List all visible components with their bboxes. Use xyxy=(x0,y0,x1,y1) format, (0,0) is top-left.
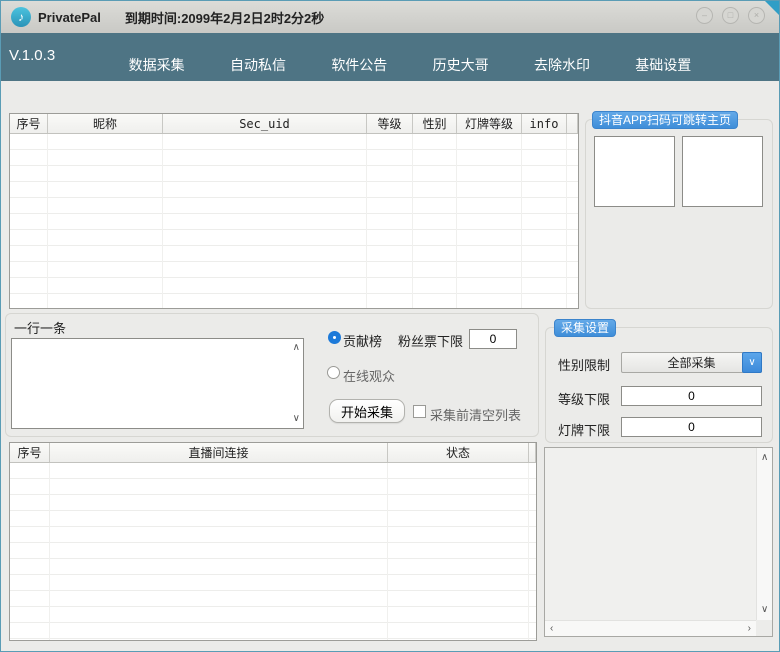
batch-input-label: 一行一条 xyxy=(14,318,66,337)
user-table: 序号 昵称 Sec_uid 等级 性别 灯牌等级 info xyxy=(9,113,579,309)
level-limit-input[interactable] xyxy=(621,386,762,406)
col-filler xyxy=(567,114,578,133)
fan-ticket-limit-label: 粉丝票下限 xyxy=(398,331,463,350)
user-table-body xyxy=(10,134,578,308)
gender-limit-label: 性别限制 xyxy=(558,355,610,374)
qr-panel-title: 抖音APP扫码可跳转主页 xyxy=(592,111,738,129)
badge-limit-input[interactable] xyxy=(621,417,762,437)
app-window: ♪ PrivatePal 到期时间:2099年2月2日2时2分2秒 – □ × … xyxy=(0,0,780,652)
radio-online-label[interactable]: 在线观众 xyxy=(343,366,395,385)
qr-code-box-1 xyxy=(594,136,675,207)
badge-limit-label: 灯牌下限 xyxy=(558,420,610,439)
col-sec-uid[interactable]: Sec_uid xyxy=(163,114,367,133)
scroll-right-icon[interactable]: › xyxy=(748,624,751,634)
tab-data-collect[interactable]: 数据采集 xyxy=(129,55,185,75)
clear-before-label[interactable]: 采集前清空列表 xyxy=(430,405,521,424)
gender-limit-select[interactable]: 全部采集 ∨ xyxy=(621,352,762,373)
col-info[interactable]: info xyxy=(522,114,567,133)
radio-online-audience[interactable] xyxy=(327,366,340,379)
horizontal-scrollbar[interactable]: ‹ › xyxy=(545,620,756,636)
room-table-header: 序号 直播间连接 状态 xyxy=(10,443,536,463)
col-room-filler xyxy=(529,443,536,462)
window-controls: – □ × xyxy=(696,7,765,24)
col-nickname[interactable]: 昵称 xyxy=(48,114,163,133)
radio-contribution-label[interactable]: 贡献榜 xyxy=(343,331,382,350)
scroll-up-icon[interactable]: ∧ xyxy=(293,343,300,353)
titlebar: ♪ PrivatePal 到期时间:2099年2月2日2时2分2秒 – □ × xyxy=(1,1,779,33)
col-index[interactable]: 序号 xyxy=(10,114,48,133)
col-room-link[interactable]: 直播间连接 xyxy=(50,443,388,462)
scroll-up-icon[interactable]: ∧ xyxy=(761,453,768,463)
col-room-status[interactable]: 状态 xyxy=(388,443,529,462)
version-label: V.1.0.3 xyxy=(9,47,55,64)
maximize-button[interactable]: □ xyxy=(722,7,739,24)
clear-before-checkbox[interactable] xyxy=(413,405,426,418)
radio-contribution-list[interactable] xyxy=(328,331,341,344)
navbar: V.1.0.3 数据采集 自动私信 软件公告 历史大哥 去除水印 基础设置 xyxy=(1,33,779,81)
level-limit-label: 等级下限 xyxy=(558,389,610,408)
scroll-down-icon[interactable]: ∨ xyxy=(293,414,300,424)
col-badge-level[interactable]: 灯牌等级 xyxy=(457,114,522,133)
chevron-down-icon[interactable]: ∨ xyxy=(742,352,762,373)
tab-history-bigbro[interactable]: 历史大哥 xyxy=(433,55,489,75)
room-table-body xyxy=(10,463,536,640)
col-level[interactable]: 等级 xyxy=(367,114,413,133)
close-button[interactable]: × xyxy=(748,7,765,24)
col-room-index[interactable]: 序号 xyxy=(10,443,50,462)
vertical-scrollbar[interactable]: ∧ ∨ xyxy=(756,448,772,620)
scroll-left-icon[interactable]: ‹ xyxy=(550,624,553,634)
app-logo-icon: ♪ xyxy=(11,7,31,27)
result-panel[interactable]: ∧ ∨ ‹ › xyxy=(544,447,773,637)
tab-basic-settings[interactable]: 基础设置 xyxy=(635,55,691,75)
scroll-down-icon[interactable]: ∨ xyxy=(761,605,768,615)
settings-title: 采集设置 xyxy=(554,319,616,337)
settings-panel: 采集设置 性别限制 全部采集 ∨ 等级下限 灯牌下限 xyxy=(545,327,773,443)
expiry-time-text: 到期时间:2099年2月2日2时2分2秒 xyxy=(125,8,324,27)
tab-auto-message[interactable]: 自动私信 xyxy=(230,55,286,75)
corner-decoration xyxy=(765,1,779,15)
user-table-header: 序号 昵称 Sec_uid 等级 性别 灯牌等级 info xyxy=(10,114,578,134)
qr-code-box-2 xyxy=(682,136,763,207)
nav-tabs: 数据采集 自动私信 软件公告 历史大哥 去除水印 基础设置 xyxy=(106,33,714,81)
qr-panel: 抖音APP扫码可跳转主页 xyxy=(585,119,773,309)
minimize-button[interactable]: – xyxy=(696,7,713,24)
room-table: 序号 直播间连接 状态 xyxy=(9,442,537,641)
gender-limit-value: 全部采集 xyxy=(667,354,715,371)
col-gender[interactable]: 性别 xyxy=(413,114,457,133)
tab-remove-watermark[interactable]: 去除水印 xyxy=(534,55,590,75)
tab-announcement[interactable]: 软件公告 xyxy=(331,55,387,75)
batch-input-textarea[interactable]: ∧ ∨ xyxy=(11,338,304,429)
start-collect-button[interactable]: 开始采集 xyxy=(329,399,405,423)
scrollbar-corner xyxy=(756,620,772,636)
app-title: PrivatePal xyxy=(38,10,101,25)
fan-ticket-limit-input[interactable] xyxy=(469,329,517,349)
